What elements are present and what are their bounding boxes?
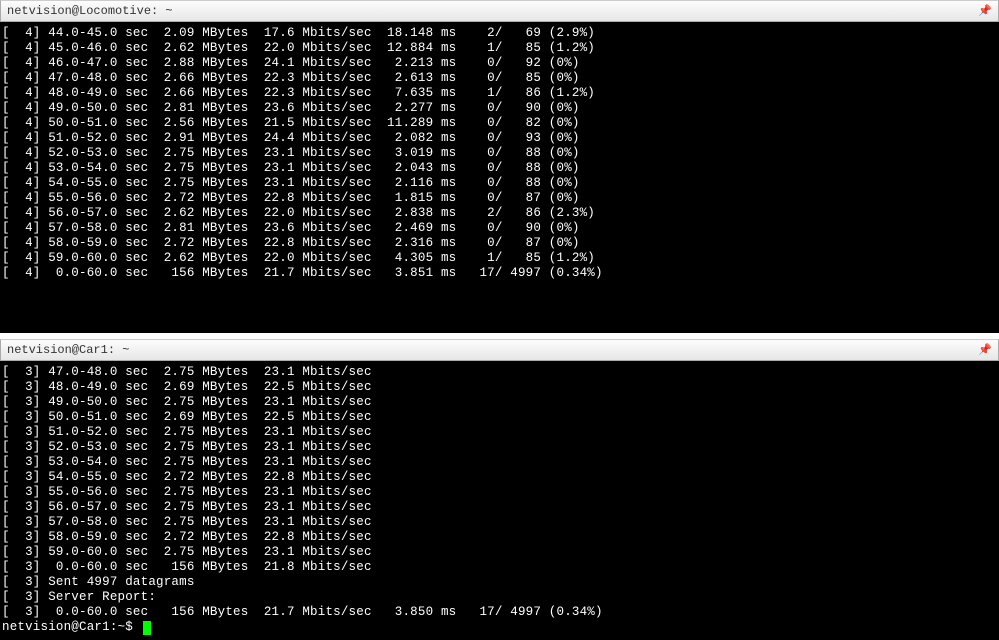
- terminal-pane-locomotive: netvision@Locomotive: ~ 📌 [ 4] 44.0-45.0…: [0, 0, 999, 333]
- cursor: [143, 621, 151, 635]
- titlebar-car1[interactable]: netvision@Car1: ~ 📌: [0, 339, 999, 361]
- titlebar-locomotive[interactable]: netvision@Locomotive: ~ 📌: [0, 0, 999, 22]
- terminal-pane-car1: netvision@Car1: ~ 📌 [ 3] 47.0-48.0 sec 2…: [0, 339, 999, 637]
- title-text: netvision@Locomotive: ~: [7, 4, 173, 18]
- shell-prompt: netvision@Car1:~$: [2, 620, 141, 635]
- terminal-output-locomotive[interactable]: [ 4] 44.0-45.0 sec 2.09 MBytes 17.6 Mbit…: [0, 22, 999, 333]
- terminal-output-car1[interactable]: [ 3] 47.0-48.0 sec 2.75 MBytes 23.1 Mbit…: [0, 361, 999, 637]
- pin-icon[interactable]: 📌: [978, 4, 992, 18]
- pin-icon[interactable]: 📌: [978, 343, 992, 357]
- title-text: netvision@Car1: ~: [7, 343, 129, 357]
